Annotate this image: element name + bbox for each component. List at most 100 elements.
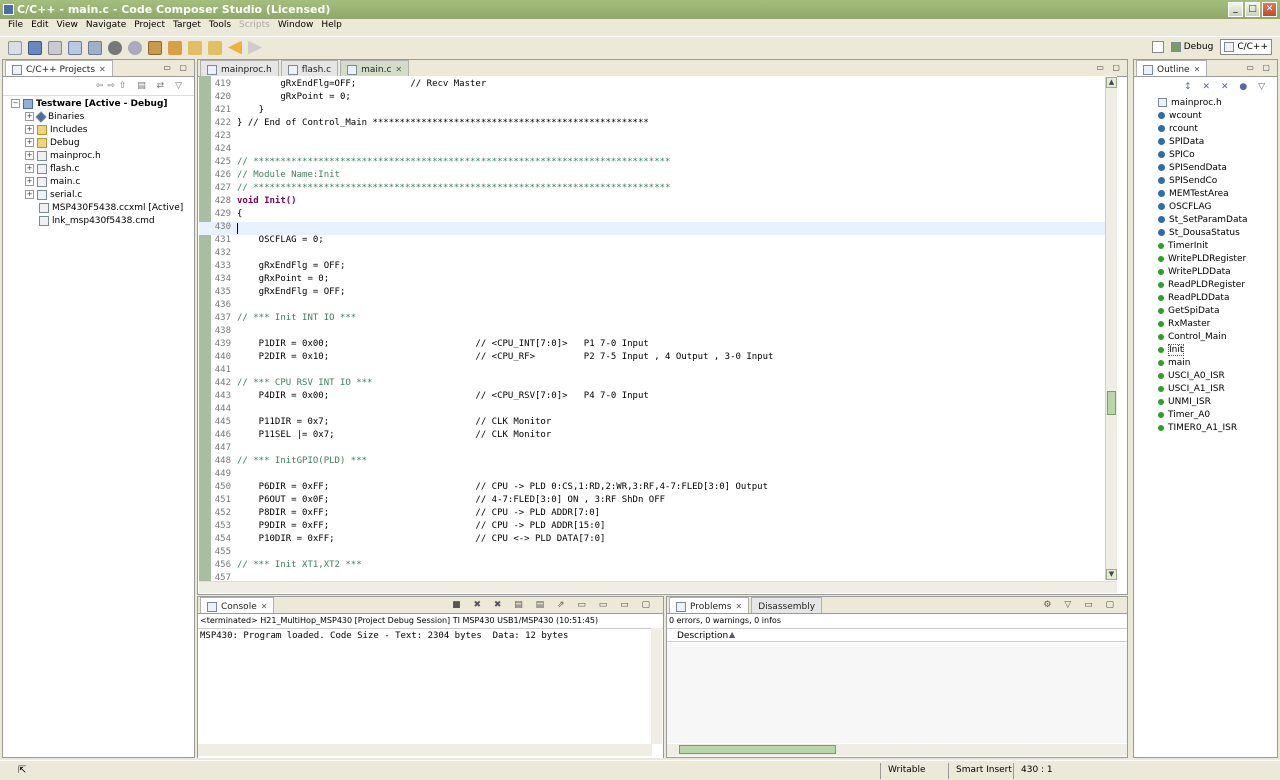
- scroll-down-icon[interactable]: ▼: [1106, 569, 1117, 580]
- code-line[interactable]: 441: [199, 365, 1117, 378]
- close-icon[interactable]: ✕: [1194, 65, 1201, 74]
- outline-item[interactable]: TimerInit: [1158, 239, 1208, 252]
- tree-item-main-c[interactable]: + main.c: [25, 175, 80, 188]
- outline-item[interactable]: St_SetParamData: [1158, 213, 1248, 226]
- outline-item[interactable]: TIMER0_A1_ISR: [1158, 421, 1237, 434]
- outline-item[interactable]: wcount: [1158, 109, 1202, 122]
- console-toolbar-icons[interactable]: ■ ✖ ✖ ▤ ▤ ⇗ ▭ ▭ ▭ ▢: [452, 600, 655, 610]
- maximize-button[interactable]: □: [1245, 2, 1260, 17]
- code-line[interactable]: 437 // *** Init INT IO ***: [199, 313, 1117, 326]
- outline-item[interactable]: Timer_A0: [1158, 408, 1210, 421]
- expand-icon[interactable]: +: [25, 177, 34, 186]
- menu-help[interactable]: Help: [317, 19, 346, 34]
- code-line[interactable]: 433 gRxEndFlg = OFF;: [199, 261, 1117, 274]
- outline-item[interactable]: ReadPLDRegister: [1158, 278, 1245, 291]
- tab-console[interactable]: Console ✕: [200, 597, 275, 613]
- tree-item-flash-c[interactable]: + flash.c: [25, 162, 79, 175]
- menu-tools[interactable]: Tools: [205, 19, 235, 34]
- settings-icon[interactable]: [108, 40, 122, 55]
- problems-scroll-thumb[interactable]: [679, 745, 836, 754]
- code-line[interactable]: 425 // **********************************…: [199, 157, 1117, 170]
- outline-item[interactable]: WritePLDRegister: [1158, 252, 1246, 265]
- outline-item[interactable]: RxMaster: [1158, 317, 1210, 330]
- code-line[interactable]: 428 void Init(): [199, 196, 1117, 209]
- wrench-icon[interactable]: [168, 40, 182, 55]
- code-line[interactable]: 429 {: [199, 209, 1117, 222]
- menu-scripts[interactable]: Scripts: [235, 19, 274, 34]
- code-line[interactable]: 422} // End of Control_Main ************…: [199, 118, 1117, 131]
- code-line[interactable]: 430: [199, 222, 1117, 235]
- close-button[interactable]: ✕: [1262, 2, 1277, 17]
- next-annotation-icon[interactable]: [188, 40, 202, 55]
- outline-item[interactable]: SPISendCo: [1158, 174, 1217, 187]
- code-line[interactable]: 442 // *** CPU RSV INT IO ***: [199, 378, 1117, 391]
- save-icon[interactable]: [28, 40, 42, 55]
- outline-item[interactable]: ReadPLDData: [1158, 291, 1229, 304]
- code-line[interactable]: 420 gRxPoint = 0;: [199, 92, 1117, 105]
- code-line[interactable]: 446 P11SEL |= 0x7; // CLK Monitor: [199, 430, 1117, 443]
- code-line[interactable]: 435 gRxEndFlg = OFF;: [199, 287, 1117, 300]
- close-icon[interactable]: ✕: [261, 602, 268, 611]
- code-line[interactable]: 419 gRxEndFlg=OFF; // Recv Master: [199, 79, 1117, 92]
- code-line[interactable]: 453 P9DIR = 0xFF; // CPU -> PLD ADDR[15:…: [199, 521, 1117, 534]
- expand-icon[interactable]: +: [25, 125, 34, 134]
- outline-item[interactable]: SPIData: [1158, 135, 1204, 148]
- code-line[interactable]: 438: [199, 326, 1117, 339]
- outline-item[interactable]: USCI_A0_ISR: [1158, 369, 1225, 382]
- outline-item[interactable]: UNMI_ISR: [1158, 395, 1211, 408]
- outline-item[interactable]: St_DousaStatus: [1158, 226, 1240, 239]
- tree-item-mainproc-h[interactable]: + mainproc.h: [25, 149, 101, 162]
- view-controls[interactable]: ▭ ▢: [163, 63, 190, 72]
- search-icon[interactable]: [148, 40, 162, 55]
- perspective-debug[interactable]: Debug: [1168, 40, 1217, 54]
- column-description[interactable]: Description: [677, 631, 728, 641]
- tab-flash-c[interactable]: flash.c: [280, 60, 339, 76]
- code-line[interactable]: 423: [199, 131, 1117, 144]
- outline-item[interactable]: MEMTestArea: [1158, 187, 1229, 200]
- tree-item-serial-c[interactable]: + serial.c: [25, 188, 82, 201]
- code-line[interactable]: 426 // Module Name:Init: [199, 170, 1117, 183]
- fast-view-icon[interactable]: ⇱: [18, 765, 26, 776]
- outline-item[interactable]: main: [1158, 356, 1191, 369]
- outline-toolbar-icons[interactable]: ↕ ✕ ✕ ● ▽: [1184, 82, 1269, 92]
- code-line[interactable]: 431 OSCFLAG = 0;: [199, 235, 1117, 248]
- close-icon[interactable]: ✕: [735, 602, 742, 611]
- view-controls[interactable]: ▭ ▢: [1246, 63, 1273, 72]
- menu-file[interactable]: File: [4, 19, 27, 34]
- code-line[interactable]: 440 P2DIR = 0x10; // <CPU_RF> P2 7-5 Inp…: [199, 352, 1117, 365]
- tab-outline[interactable]: Outline ✕: [1136, 60, 1208, 76]
- outline-item[interactable]: rcount: [1158, 122, 1198, 135]
- code-line[interactable]: 439 P1DIR = 0x00; // <CPU_INT[7:0]> P1 7…: [199, 339, 1117, 352]
- back-icon[interactable]: [228, 40, 242, 55]
- code-line[interactable]: 454 P10DIR = 0xFF; // CPU <-> PLD DATA[7…: [199, 534, 1117, 547]
- scroll-thumb[interactable]: [1107, 391, 1116, 415]
- scroll-up-icon[interactable]: ▲: [1106, 77, 1117, 88]
- outline-item[interactable]: WritePLDData: [1158, 265, 1231, 278]
- outline-item[interactable]: SPISendData: [1158, 161, 1227, 174]
- outline-item[interactable]: USCI_A1_ISR: [1158, 382, 1225, 395]
- code-line[interactable]: 451 P6OUT = 0x0F; // 4-7:FLED[3:0] ON , …: [199, 495, 1117, 508]
- menu-view[interactable]: View: [53, 19, 82, 34]
- menu-navigate[interactable]: Navigate: [82, 19, 130, 34]
- tree-item-includes[interactable]: + Includes: [25, 123, 87, 136]
- code-line[interactable]: 432: [199, 248, 1117, 261]
- code-line[interactable]: 449: [199, 469, 1117, 482]
- outline-item[interactable]: Init: [1158, 343, 1185, 356]
- editor-hscroll[interactable]: [199, 581, 1117, 593]
- code-line[interactable]: 455: [199, 547, 1117, 560]
- prev-annotation-icon[interactable]: [208, 40, 222, 55]
- console-hscroll[interactable]: [198, 744, 652, 756]
- run-icon[interactable]: [128, 40, 142, 55]
- tree-item-binaries[interactable]: + Binaries: [25, 110, 84, 123]
- tab-mainproc-h[interactable]: mainproc.h: [200, 60, 279, 76]
- code-line[interactable]: 434 gRxPoint = 0;: [199, 274, 1117, 287]
- debug-icon[interactable]: [88, 40, 102, 55]
- code-line[interactable]: 443 P4DIR = 0x00; // <CPU_RSV[7:0]> P4 7…: [199, 391, 1117, 404]
- outline-item[interactable]: OSCFLAG: [1158, 200, 1211, 213]
- close-icon[interactable]: ✕: [99, 65, 106, 74]
- code-line[interactable]: 448 // *** InitGPIO(PLD) ***: [199, 456, 1117, 469]
- tab-main-c[interactable]: main.c ✕: [340, 60, 410, 76]
- new-icon[interactable]: [8, 40, 22, 55]
- console-vscroll[interactable]: [651, 628, 662, 744]
- menu-edit[interactable]: Edit: [27, 19, 52, 34]
